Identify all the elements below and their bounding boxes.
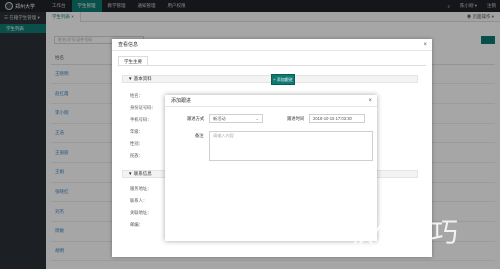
label-contact: 联系人：	[130, 198, 148, 203]
watermark: 软件技巧	[347, 218, 459, 249]
label-postcode: 邮编：	[130, 222, 143, 227]
label-gender: 性别：	[130, 141, 143, 146]
label-related-address: 关联地址：	[130, 210, 152, 215]
add-followup-button[interactable]: + 添加跟进	[271, 74, 295, 85]
label-name: 姓名：	[130, 93, 143, 98]
label-ethnicity: 民族：	[130, 153, 143, 158]
method-select[interactable]: 新活动 ⌄	[209, 114, 263, 123]
dialog-title: 查看信息	[112, 39, 432, 51]
label-phone: 手机号码：	[130, 117, 152, 122]
close-icon[interactable]: ×	[368, 98, 372, 104]
method-label: 跟进方式	[187, 116, 205, 121]
add-followup-dialog: 添加跟进 × 跟进方式 新活动 ⌄ 跟进时间 2018-10-15 17:03:…	[165, 95, 377, 241]
time-label: 跟进时间	[287, 116, 305, 121]
note-textarea[interactable]: 请输入内容	[209, 131, 373, 161]
section-basic-info[interactable]: ▼ 基本资料	[122, 75, 418, 83]
dialog-title: 添加跟进	[165, 95, 377, 107]
close-icon[interactable]: ×	[423, 42, 427, 48]
time-input[interactable]: 2018-10-15 17:03:30	[309, 114, 365, 123]
label-address: 服务地址：	[130, 186, 152, 191]
label-id-number: 身份证号码：	[130, 105, 156, 110]
method-value: 新活动	[213, 116, 226, 121]
chevron-down-icon: ⌄	[255, 116, 259, 121]
tab-student-main[interactable]: 学生主要	[118, 56, 148, 65]
tab-divider	[118, 65, 426, 66]
note-label: 备注	[195, 133, 204, 138]
label-grade: 年级：	[130, 129, 143, 134]
